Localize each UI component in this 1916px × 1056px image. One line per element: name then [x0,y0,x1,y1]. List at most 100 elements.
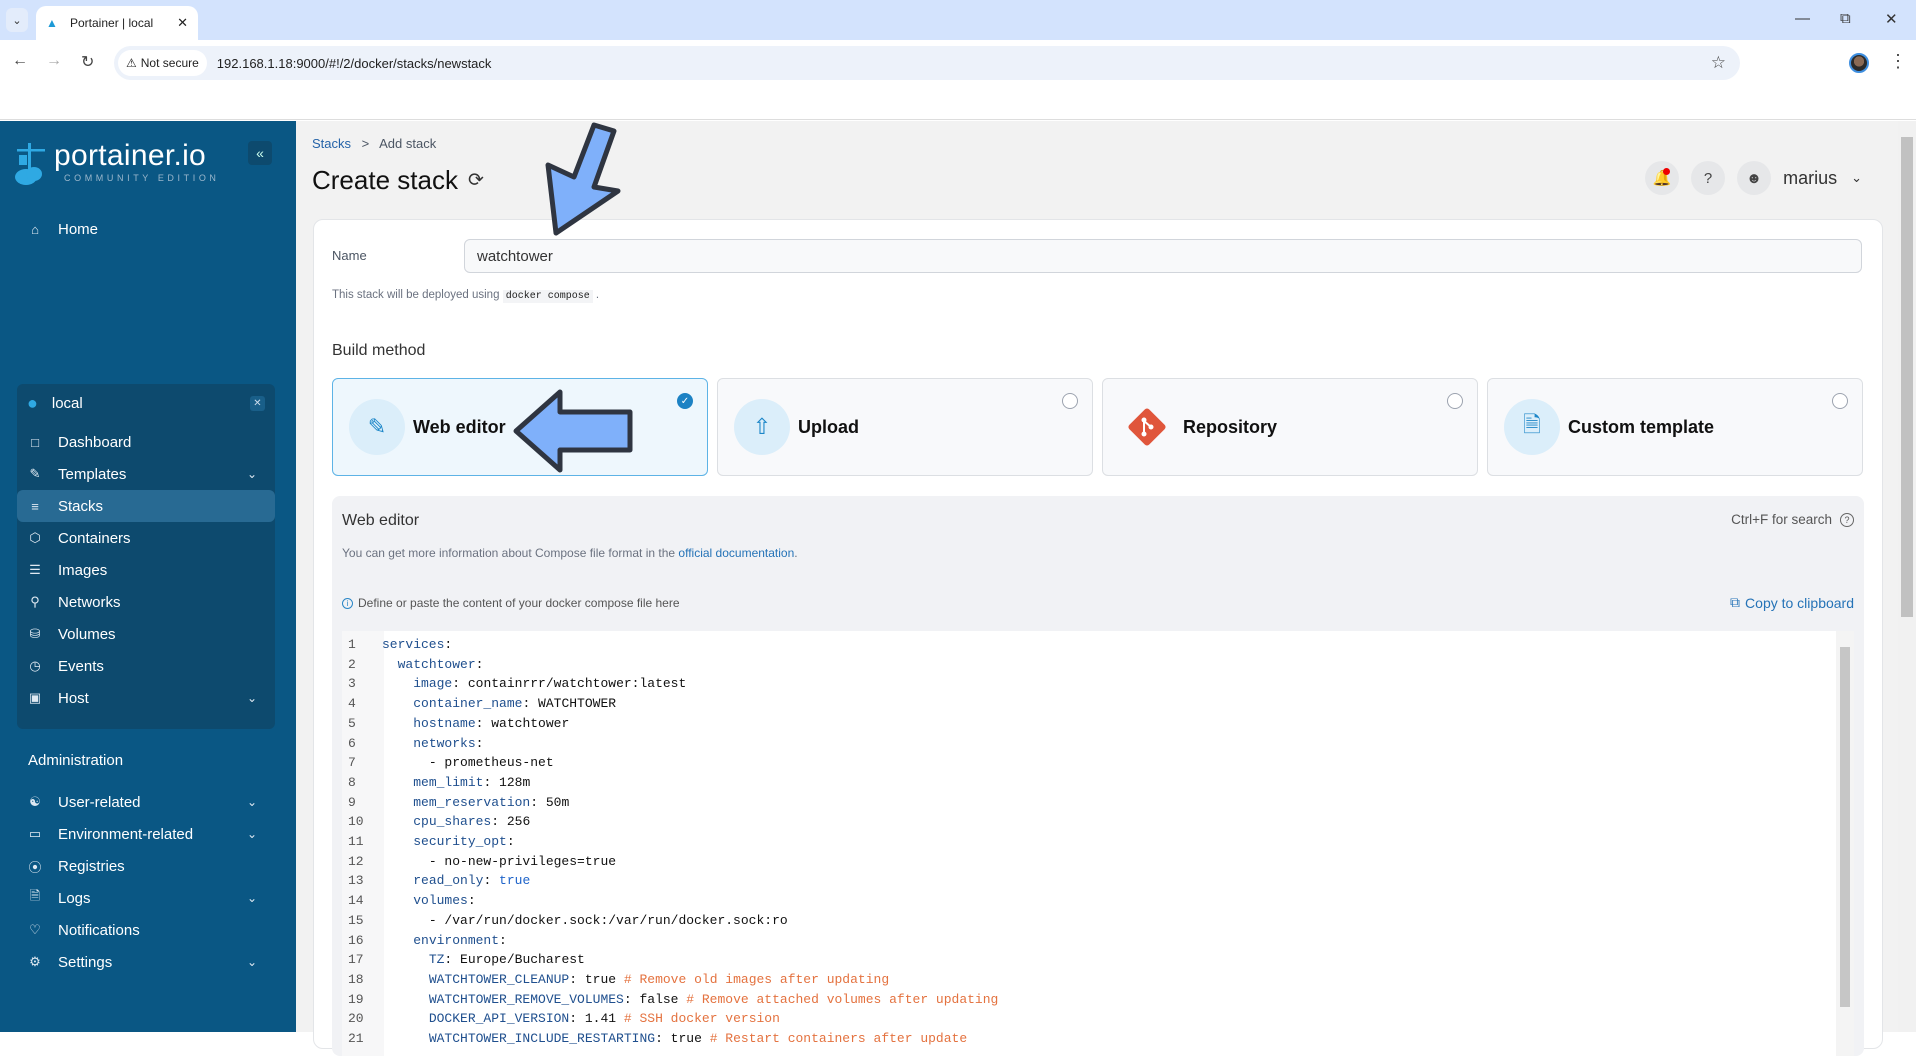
line-content: - prometheus-net [382,753,554,773]
address-bar[interactable]: ⚠ Not secure 192.168.1.18:9000/#!/2/dock… [114,46,1740,80]
editor-hint: i Define or paste the content of your do… [342,596,680,610]
chevron-down-icon[interactable]: ⌄ [1851,170,1862,186]
radio-button[interactable] [1832,393,1848,409]
refresh-icon[interactable]: ⟳ [468,169,484,192]
code-editor[interactable]: 1 services: 2 watchtower: 3 image: containr… [342,631,1854,1056]
line-content: container_name: WATCHTOWER [382,694,616,714]
help-button[interactable]: ? [1691,161,1726,195]
radio-button[interactable] [1447,393,1463,409]
line-content: hostname: watchtower [382,714,569,734]
breadcrumb-current: Add stack [379,136,437,151]
code-line: 21 WATCHTOWER_INCLUDE_RESTARTING: true #… [342,1029,1832,1049]
build-method-repository[interactable]: Repository [1102,378,1478,476]
reload-icon[interactable]: ↻ [81,52,94,72]
chevron-down-icon[interactable]: ⌄ [247,955,257,969]
yaml-key: cpu_shares [413,814,492,830]
stack-name-input[interactable] [464,239,1862,273]
sidebar-item-home[interactable]: ⌂ Home [17,213,275,245]
official-documentation-link[interactable]: official documentation [678,546,794,560]
administration-heading: Administration [28,752,124,769]
sidebar-item-networks[interactable]: ⚲ Networks [17,586,275,618]
line-number: 7 [348,755,356,771]
sidebar-item-settings[interactable]: ⚙ Settings ⌄ [17,946,275,978]
sidebar-item-containers[interactable]: ⬡ Containers [17,522,275,554]
code-line: 4 container_name: WATCHTOWER [342,694,1832,714]
editor-scrollbar[interactable] [1836,631,1854,1056]
sidebar-item-events[interactable]: ◷ Events [17,650,275,682]
bookmark-star-icon[interactable]: ☆ [1711,53,1726,73]
notifications-button[interactable]: 🔔 [1645,161,1680,195]
sidebar-item-user-related[interactable]: ☯ User-related ⌄ [17,786,275,818]
profile-avatar[interactable] [1849,53,1869,73]
yaml-comment: # Remove old images after updating [623,971,890,987]
selected-check-icon[interactable]: ✓ [677,393,693,409]
line-content: WATCHTOWER_CLEANUP: true # Remove old im… [382,970,889,990]
browser-menu-icon[interactable]: ⋮ [1889,51,1907,72]
forward-icon[interactable]: → [46,52,62,70]
sidebar-item-notifications[interactable]: ♡ Notifications [17,914,275,946]
help-icon[interactable]: ? [1840,512,1854,527]
security-label: Not secure [140,56,199,70]
chevron-down-icon[interactable]: ⌄ [247,891,257,905]
deploy-note-suffix: . [595,289,600,301]
back-icon[interactable]: ← [12,52,28,70]
yaml-separator: : [483,873,500,889]
yaml-key: volumes [413,893,468,909]
minimize-icon[interactable]: — [1795,10,1810,27]
yaml-separator: : [452,676,468,692]
sidebar-item-registries[interactable]: ⦿ Registries [17,850,275,882]
chevron-down-icon[interactable]: ⌄ [247,795,257,809]
user-menu-button[interactable]: ☻ [1737,161,1772,195]
tab-search-button[interactable]: ⌄ [6,8,28,32]
build-method-custom-template[interactable]: 🗎 Custom template [1487,378,1863,476]
yaml-value: Europe/Bucharest [460,952,585,968]
yaml-key: services [382,637,445,652]
sidebar-item-environment-related[interactable]: ▭ Environment-related ⌄ [17,818,275,850]
close-environment-icon[interactable]: ✕ [250,396,265,411]
line-content: mem_limit: 128m [382,773,530,793]
environment-name: local [51,394,83,412]
user-icon: ☻ [1746,169,1762,187]
code-line: 5 hostname: watchtower [342,714,1832,734]
sidebar-item-templates[interactable]: ✎ Templates ⌄ [17,458,275,490]
sidebar-item-stacks[interactable]: ≡ Stacks [17,490,275,522]
editor-scrollbar-thumb[interactable] [1840,647,1850,1007]
breadcrumb-stacks-link[interactable]: Stacks [312,136,351,151]
main-content: Stacks > Add stack Create stack ⟳ 🔔 ? ☻ … [296,121,1898,1056]
environment-header[interactable]: ● local ✕ [17,384,275,422]
chevron-down-icon[interactable]: ⌄ [247,467,257,481]
chevron-down-icon[interactable]: ⌄ [247,827,257,841]
code-line: 20 DOCKER_API_VERSION: 1.41 # SSH docker… [342,1009,1832,1029]
sidebar-item-dashboard[interactable]: □ Dashboard [17,426,275,458]
security-chip[interactable]: ⚠ Not secure [118,50,207,76]
web-editor-panel: Web editor Ctrl+F for search ? You can g… [332,496,1864,1056]
line-number: 8 [348,774,356,790]
restore-icon[interactable]: ⧉ [1840,10,1851,27]
user-name[interactable]: marius [1783,168,1837,189]
sidebar-item-host[interactable]: ▣ Host ⌄ [17,682,275,714]
url-text[interactable]: 192.168.1.18:9000/#!/2/docker/stacks/new… [217,56,492,71]
yaml-separator: : [530,794,546,810]
yaml-key: WATCHTOWER_REMOVE_VOLUMES [428,991,624,1007]
sidebar-item-images[interactable]: ☰ Images [17,554,275,586]
line-content: TZ: Europe/Bucharest [382,950,585,970]
page-scrollbar[interactable] [1898,121,1916,1032]
sidebar-item-logs[interactable]: 🗎 Logs ⌄ [17,882,275,914]
copy-to-clipboard-button[interactable]: ⧉ Copy to clipboard [1730,594,1854,611]
radio-button[interactable] [1062,393,1078,409]
close-window-icon[interactable]: ✕ [1885,10,1898,28]
sidebar-item-volumes[interactable]: ⛁ Volumes [17,618,275,650]
copy-icon: ⧉ [1730,594,1741,610]
portainer-logo[interactable]: portainer.io COMMUNITY EDITION [14,141,220,187]
collapse-sidebar-button[interactable]: « [248,141,272,165]
browser-tab[interactable]: ▲ Portainer | local ✕ [36,6,198,40]
build-method-upload[interactable]: ⇧ Upload [717,378,1093,476]
page-scrollbar-thumb[interactable] [1901,137,1913,617]
annotation-arrow-left [513,389,633,473]
yaml-value: 1.41 [584,1011,624,1027]
chevron-down-icon[interactable]: ⌄ [247,691,257,705]
yaml-value: - no-new-privileges=true [428,853,617,869]
close-tab-icon[interactable]: ✕ [177,15,188,31]
